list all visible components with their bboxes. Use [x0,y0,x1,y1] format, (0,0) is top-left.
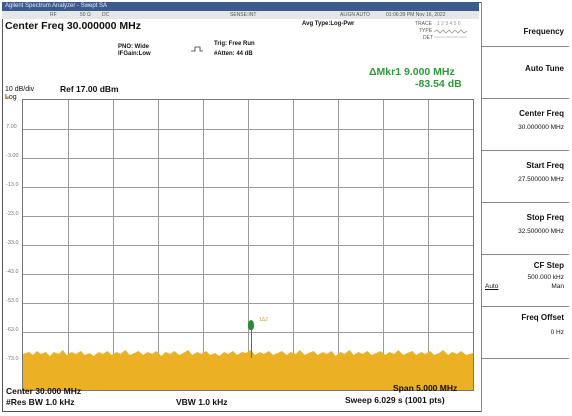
y-tick-label: -3.00 [6,153,19,159]
status-sense: SENSE:INT [230,12,257,18]
grid-line-h [23,129,473,130]
atten-readout: #Atten: 44 dB [214,51,253,57]
marker-delta-level: -83.54 dB [415,78,462,90]
trace-numbers: 1 2 3 4 5 6 [437,21,461,27]
cf-step-man: Man [551,283,564,290]
window-title: Agilent Spectrum Analyzer - Swept SA [2,2,479,11]
type-label: TYPE [419,28,433,34]
stop-freq-value: 32.500000 MHz [518,228,564,235]
y-tick-label: -33.0 [6,240,19,246]
softkey-stop-freq[interactable]: Stop Freq 32.500000 MHz [482,202,569,254]
center-freq-value: 30.000000 MHz [518,124,564,131]
cf-step-value: 500.000 kHz [527,274,565,281]
y-tick-label: -53.0 [6,298,19,304]
softkey-cf-step[interactable]: CF Step 500.000 kHz Auto Man [482,254,569,306]
freq-offset-value: 0 Hz [550,329,564,336]
marker-tag: 1Δ2 [259,317,268,323]
grid-line-h [23,216,473,217]
status-rf: RF [50,12,57,18]
softkey-auto-tune[interactable]: Auto Tune [482,46,569,98]
status-datetime: 01:06:39 PM Nov 16, 2022 [386,12,446,18]
trig-readout: Trig: Free Run [214,41,255,47]
cf-step-label: CF Step [533,261,564,270]
softkey-menu-title: Frequency [482,2,569,46]
marker-1-icon[interactable] [248,320,254,330]
stop-freq-label: Stop Freq [526,213,564,222]
status-row: RF 50 Ω DC SENSE:INT ALIGN AUTO 01:06:39… [2,11,479,19]
softkey-panel: Frequency Auto Tune Center Freq 30.00000… [481,2,569,412]
center-freq-label: Center Freq [519,109,564,118]
trace-type-wave-icon [433,29,468,38]
footer-sweep[interactable]: Sweep 6.029 s (1001 pts) [345,395,445,405]
trigger-edge-icon [191,46,203,52]
trace-label: TRACE [415,21,432,27]
y-tick-label: -13.0 [6,182,19,188]
grid-line-h [23,245,473,246]
softkey-start-freq[interactable]: Start Freq 27.500000 MHz [482,150,569,202]
marker-stem [251,328,252,358]
grid-line-h [23,332,473,333]
grid-line-h [23,158,473,159]
y-tick-label: 7.00 [6,124,17,130]
y-tick-label: -63.0 [6,327,19,333]
trace-noise-edge [23,350,473,358]
grid-line-h [23,274,473,275]
start-freq-value: 27.500000 MHz [518,176,564,183]
ifgain-readout: IFGain:Low [118,51,151,57]
pno-readout: PNO: Wide [118,44,149,50]
status-coupling: DC [102,12,110,18]
freq-offset-label: Freq Offset [521,313,564,322]
center-freq-readout[interactable]: Center Freq 30.000000 MHz [5,20,141,32]
det-label: DET [423,35,433,41]
grid-line-h [23,187,473,188]
y-tick-label: -43.0 [6,269,19,275]
scale-per-div: 10 dB/div [5,86,35,93]
auto-tune-label: Auto Tune [525,64,564,73]
ref-marker-icon: ▾ [6,95,10,102]
menu-title-label: Frequency [523,27,564,36]
y-tick-label: -23.0 [6,211,19,217]
cf-step-auto: Auto [485,283,499,290]
grid-line-h [23,303,473,304]
avg-type-readout: Avg Type:Log-Pwr [302,21,355,27]
softkey-empty [482,358,569,412]
footer-res-bw[interactable]: #Res BW 1.0 kHz [6,397,75,407]
footer-vbw[interactable]: VBW 1.0 kHz [176,397,228,407]
status-align: ALIGN AUTO [340,12,370,18]
footer-span[interactable]: Span 5.000 MHz [393,383,457,393]
y-tick-label: -73.0 [6,356,19,362]
ref-level[interactable]: Ref 17.00 dBm [60,84,119,94]
softkey-center-freq[interactable]: Center Freq 30.000000 MHz [482,98,569,150]
start-freq-label: Start Freq [526,161,564,170]
status-ohms: 50 Ω [80,12,91,18]
softkey-freq-offset[interactable]: Freq Offset 0 Hz [482,306,569,358]
footer-center: Center 30.000 MHz [6,386,82,396]
spectrum-plot[interactable]: 1Δ2 [22,99,474,391]
marker-delta-freq: ΔMkr1 9.000 MHz [369,66,455,78]
